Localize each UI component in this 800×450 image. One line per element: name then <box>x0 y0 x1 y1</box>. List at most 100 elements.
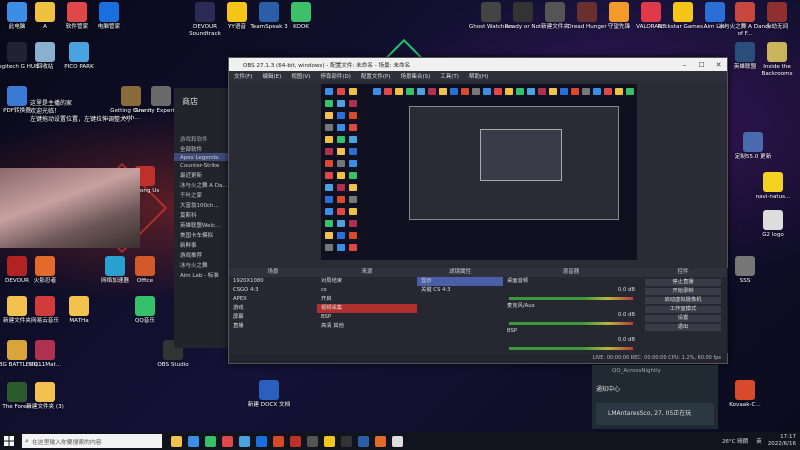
app-icon <box>99 2 119 22</box>
obs-preview[interactable] <box>321 84 637 260</box>
control-button[interactable]: 工作室模式 <box>645 306 721 313</box>
preview-desktop-icon <box>337 124 345 131</box>
preview-desktop-icon <box>373 88 381 95</box>
taskbar-app-icon[interactable] <box>222 435 233 447</box>
preview-desktop-icon <box>505 88 513 95</box>
dock-list-item[interactable]: 游戏 <box>229 304 317 313</box>
weather-text[interactable]: 26°C 晴朗 <box>722 437 748 445</box>
preview-desktop-icon <box>349 136 357 143</box>
obs-menu-item[interactable]: 场景集合(S) <box>395 72 435 80</box>
desktop-icon[interactable]: 永劫无间 <box>750 2 800 31</box>
controls-dock[interactable]: 控件 停止直播 开始录制 启动虚拟摄像机 工作室模式 设置 退出 <box>639 268 728 353</box>
dock-list-item[interactable]: 1920X1080 <box>229 277 317 286</box>
preview-desktop-icon <box>337 148 345 155</box>
preview-desktop-icon <box>417 88 425 95</box>
dock-list-item[interactable]: 视频采集 <box>317 304 417 313</box>
notification-user: QQ_AcrossNightly <box>612 368 661 374</box>
obs-menu-item[interactable]: 停靠部件(D) <box>315 72 356 80</box>
desktop-icon-label: 新建文件夹 (3) <box>26 404 64 410</box>
dock-list-item[interactable]: 关键 CS 4:3 <box>417 286 503 295</box>
taskbar-app-icon[interactable] <box>392 435 403 447</box>
windows-start-icon[interactable] <box>0 432 18 450</box>
desktop-icon[interactable]: 新建 DOCX 文档 <box>242 380 296 409</box>
control-button[interactable]: 设置 <box>645 315 721 322</box>
dock-list-item[interactable]: 开启 <box>317 295 417 304</box>
preview-desktop-icon <box>325 220 333 227</box>
maximize-icon[interactable]: ☐ <box>693 61 710 69</box>
dock-list-item[interactable]: 显示 <box>417 277 503 286</box>
desktop-icon[interactable]: 新建文件夹 <box>0 296 44 325</box>
preview-desktop-icon <box>349 112 357 119</box>
taskbar-app-icon[interactable] <box>188 435 199 447</box>
control-button[interactable]: 退出 <box>645 324 721 331</box>
dock-list-item[interactable]: 对局结束 <box>317 277 417 286</box>
dock-list-item[interactable]: BSP <box>317 313 417 322</box>
taskbar-app-icon[interactable] <box>307 435 318 447</box>
taskbar-app-icon[interactable] <box>256 435 267 447</box>
desktop-icon[interactable]: 定制55.0 更新 <box>726 132 780 161</box>
obs-window[interactable]: OBS 27.1.3 (64-bit, windows) - 配置文件: 未命名… <box>228 57 728 364</box>
desktop-icon-label: 网络加速器 <box>101 278 129 284</box>
desktop-icon[interactable]: MATHa <box>52 296 106 325</box>
control-button[interactable]: 停止直播 <box>645 279 721 286</box>
clock[interactable]: 17:17 2022/6/16 <box>762 434 796 448</box>
mixer-dock[interactable]: 混音器 桌面音频 0.0 dB 麦克风/Aux 0.0 dB BSP 0.0 dB <box>503 268 640 353</box>
dock-list-item[interactable]: 屏幕 <box>229 313 317 322</box>
taskbar-app-icon[interactable] <box>273 435 284 447</box>
control-button[interactable]: 启动虚拟摄像机 <box>645 297 721 304</box>
obs-titlebar[interactable]: OBS 27.1.3 (64-bit, windows) - 配置文件: 未命名… <box>229 58 727 71</box>
desktop-icon[interactable]: Inside the Backrooms <box>750 42 800 78</box>
sources-dock[interactable]: 来源 对局结束 cs 开启 视频采集 BSP 高清 其他 <box>317 268 418 353</box>
desktop-icon[interactable]: MQ11Mat... <box>18 340 72 369</box>
clock-date: 2022/6/16 <box>767 441 796 447</box>
preview-desktop-icon <box>626 88 634 95</box>
taskbar-app-icon[interactable] <box>324 435 335 447</box>
notification-message[interactable]: LMAntaresSco, 27, 05正在玩 <box>596 403 714 425</box>
app-icon <box>763 172 783 192</box>
obs-menu-item[interactable]: 配置文件(P) <box>356 72 396 80</box>
preview-desktop-icon <box>337 88 345 95</box>
desktop-icon[interactable]: QQ音乐 <box>118 296 172 325</box>
taskbar-app-icon[interactable] <box>358 435 369 447</box>
dock-list-item[interactable]: APEX <box>229 295 317 304</box>
clock-time: 17:17 <box>780 434 796 440</box>
taskbar-app-icon[interactable] <box>341 435 352 447</box>
search-icon: ⌕ <box>25 436 29 445</box>
desktop-icon[interactable]: navi-natus... <box>746 172 800 201</box>
desktop-icon[interactable]: G2 logo <box>746 210 800 239</box>
desktop-icon[interactable]: KOOK <box>274 2 328 31</box>
obs-menu-item[interactable]: 文件(F) <box>229 72 257 80</box>
preview-desktop-icon <box>439 88 447 95</box>
dock-list-item[interactable]: cs <box>317 286 417 295</box>
desktop-icon[interactable]: Kovaak-C... <box>718 380 772 409</box>
taskbar-app-icon[interactable] <box>375 435 386 447</box>
obs-menu-item[interactable]: 帮助(H) <box>464 72 493 80</box>
desktop-icon[interactable]: PICO PARK <box>52 42 106 71</box>
dock-list-item[interactable]: 直播 <box>229 322 317 331</box>
taskbar-app-icon[interactable] <box>171 435 182 447</box>
dock-list-item[interactable]: CSGO 4:3 <box>229 286 317 295</box>
close-icon[interactable]: ✕ <box>710 61 727 69</box>
preview-desktop-icon <box>325 100 333 107</box>
preview-desktop-icon <box>349 208 357 215</box>
taskbar-app-icon[interactable] <box>239 435 250 447</box>
ime-indicator[interactable]: 英 <box>748 437 762 445</box>
notification-panel[interactable]: QQ_AcrossNightly 通知中心 LMAntaresSco, 27, … <box>592 365 718 429</box>
obs-menu-item[interactable]: 视图(V) <box>286 72 315 80</box>
taskbar-app-icon[interactable] <box>290 435 301 447</box>
minimize-icon[interactable]: – <box>676 61 693 69</box>
mixer-dock-title: 混音器 <box>503 268 639 277</box>
desktop-icon[interactable]: 新建文件夹 (3) <box>18 382 72 411</box>
preview-nested-window <box>409 106 619 220</box>
desktop-icon[interactable]: 电脑管家 <box>82 2 136 31</box>
taskbar-search-box[interactable]: ⌕ 在这里输入你要搜索的内容 <box>22 434 162 448</box>
scenes-dock[interactable]: 场景 1920X1080 CSGO 4:3 APEX 游戏 屏幕 直播 <box>229 268 318 353</box>
filters-dock[interactable]: 滤镜属性 显示 关键 CS 4:3 <box>417 268 504 353</box>
taskbar-app-icon[interactable] <box>205 435 216 447</box>
control-button[interactable]: 开始录制 <box>645 288 721 295</box>
obs-menu-item[interactable]: 工具(T) <box>435 72 464 80</box>
dock-list-item[interactable]: 高清 其他 <box>317 322 417 331</box>
obs-menu-item[interactable]: 编辑(E) <box>257 72 286 80</box>
desktop-icon-label: PICO PARK <box>64 64 94 70</box>
app-icon <box>135 296 155 316</box>
